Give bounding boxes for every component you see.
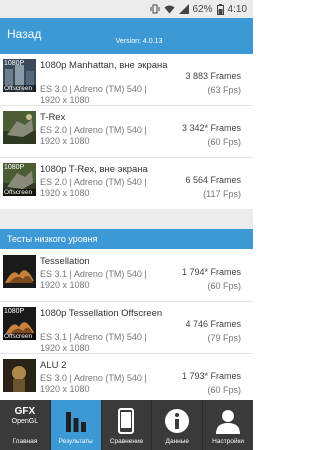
section-title: Тесты низкого уровня bbox=[7, 234, 98, 244]
gfx-logo-line1: GFX bbox=[14, 406, 36, 417]
signal-icon bbox=[178, 4, 189, 14]
app-header: Назад bbox=[0, 18, 253, 50]
version-label: Version: 4.0.13 bbox=[115, 38, 163, 45]
test-fps: (60 Fps) bbox=[207, 137, 241, 147]
nav-home[interactable]: GFX OpenGL Главная bbox=[0, 400, 51, 450]
gfx-logo: GFX OpenGL bbox=[9, 406, 41, 426]
test-thumbnail bbox=[3, 359, 36, 392]
test-api: ES 3.1 | Adreno (TM) 540 | bbox=[40, 332, 147, 342]
test-name: 1080p Tessellation Offscreen bbox=[40, 308, 163, 319]
test-frames: 1 794* Frames bbox=[181, 267, 241, 277]
test-thumbnail bbox=[3, 255, 36, 288]
gfx-logo-line2: OpenGL bbox=[11, 418, 39, 425]
nav-label: Данные bbox=[165, 438, 190, 445]
bottom-nav: GFX OpenGL Главная Результаты Сравнение … bbox=[0, 400, 253, 450]
nav-settings[interactable]: Настройки bbox=[203, 400, 253, 450]
nav-label: Сравнение bbox=[109, 438, 144, 445]
status-bar: 62% 4:10 bbox=[0, 0, 253, 18]
test-name: 1080p Manhattan, вне экрана bbox=[40, 60, 168, 71]
back-button[interactable]: Назад bbox=[7, 27, 41, 41]
test-name: Tessellation bbox=[40, 256, 90, 267]
nav-data[interactable]: Данные bbox=[152, 400, 204, 450]
battery-percent: 62% bbox=[192, 3, 213, 15]
section-spacer bbox=[0, 209, 253, 229]
test-thumbnail: 1080P Offscreen bbox=[3, 163, 36, 196]
test-frames: 4 746 Frames bbox=[185, 319, 241, 329]
thumb-offscreen-tag: Offscreen bbox=[3, 333, 36, 340]
test-api: ES 3.1 | Adreno (TM) 540 | bbox=[40, 269, 147, 279]
test-resolution: 1920 x 1080 bbox=[40, 280, 90, 290]
thumb-resolution-tag: 1080P bbox=[4, 164, 25, 171]
test-name: T-Rex bbox=[40, 112, 66, 123]
battery-icon bbox=[216, 3, 224, 15]
test-fps: (60 Fps) bbox=[207, 281, 241, 291]
test-resolution: 1920 x 1080 bbox=[40, 95, 90, 105]
test-resolution: 1920 x 1080 bbox=[40, 188, 90, 198]
clock: 4:10 bbox=[227, 3, 247, 15]
test-row-manhattan-offscreen[interactable]: 1080P Offscreen 1080p Manhattan, вне экр… bbox=[0, 54, 253, 106]
test-fps: (60 Fps) bbox=[207, 385, 241, 395]
test-resolution: 1920 x 1080 bbox=[40, 136, 90, 146]
bar-chart-icon bbox=[65, 412, 86, 432]
test-thumbnail: 1080P Offscreen bbox=[3, 59, 36, 92]
phone-icon bbox=[118, 408, 135, 434]
test-fps: (63 Fps) bbox=[207, 85, 241, 95]
test-row-trex[interactable]: T-Rex ES 2.0 | Adreno (TM) 540 | 1920 x … bbox=[0, 106, 253, 158]
wifi-icon bbox=[164, 5, 175, 14]
test-fps: (79 Fps) bbox=[207, 333, 241, 343]
vibrate-icon bbox=[150, 4, 160, 14]
nav-compare[interactable]: Сравнение bbox=[102, 400, 153, 450]
test-resolution: 1920 x 1080 bbox=[40, 384, 90, 394]
test-api: ES 2.0 | Adreno (TM) 540 | bbox=[40, 125, 147, 135]
test-resolution: 1920 x 1080 bbox=[40, 343, 90, 353]
test-thumbnail: 1080P Offscreen bbox=[3, 307, 36, 340]
nav-results[interactable]: Результаты bbox=[50, 400, 102, 450]
test-row-alu2[interactable]: ALU 2 ES 3.0 | Adreno (TM) 540 | 1920 x … bbox=[0, 354, 253, 400]
nav-label: Настройки bbox=[212, 438, 245, 445]
test-thumbnail bbox=[3, 111, 36, 144]
test-frames: 3 342* Frames bbox=[181, 123, 241, 133]
thumb-offscreen-tag: Offscreen bbox=[3, 85, 36, 92]
section-header-low-level: Тесты низкого уровня bbox=[0, 229, 253, 249]
test-api: ES 2.0 | Adreno (TM) 540 | bbox=[40, 177, 147, 187]
nav-label: Главная bbox=[12, 438, 38, 445]
test-name: 1080p T-Rex, вне экрана bbox=[40, 164, 148, 175]
info-icon bbox=[165, 409, 190, 433]
test-row-tessellation[interactable]: Tessellation ES 3.1 | Adreno (TM) 540 | … bbox=[0, 250, 253, 302]
test-frames: 1 793* Frames bbox=[181, 371, 241, 381]
test-api: ES 3.0 | Adreno (TM) 540 | bbox=[40, 373, 147, 383]
test-frames: 3 883 Frames bbox=[185, 71, 241, 81]
user-icon bbox=[216, 410, 241, 434]
test-row-trex-offscreen[interactable]: 1080P Offscreen 1080p T-Rex, вне экрана … bbox=[0, 158, 253, 210]
test-fps: (117 Fps) bbox=[203, 189, 241, 199]
test-frames: 6 564 Frames bbox=[185, 175, 241, 185]
thumb-resolution-tag: 1080P bbox=[4, 308, 25, 315]
thumb-resolution-tag: 1080P bbox=[4, 60, 25, 67]
status-icons: 62% 4:10 bbox=[150, 3, 247, 15]
nav-label: Результаты bbox=[58, 438, 93, 445]
test-row-tessellation-offscreen[interactable]: 1080P Offscreen 1080p Tessellation Offsc… bbox=[0, 302, 253, 354]
test-api: ES 3.0 | Adreno (TM) 540 | bbox=[40, 84, 147, 94]
test-name: ALU 2 bbox=[40, 360, 67, 371]
thumb-offscreen-tag: Offscreen bbox=[3, 189, 36, 196]
